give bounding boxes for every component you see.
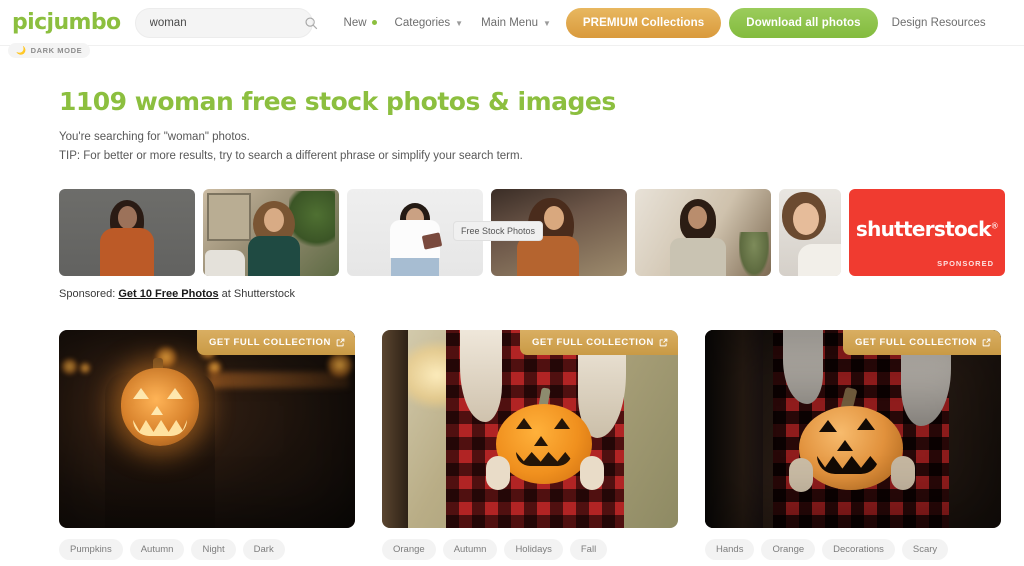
dark-mode-label: DARK MODE bbox=[30, 46, 83, 55]
tag-chip[interactable]: Scary bbox=[901, 539, 949, 560]
nav-item-main-menu-label: Main Menu bbox=[481, 16, 538, 29]
sponsored-footer-line: Sponsored: Get 10 Free Photos at Shutter… bbox=[59, 288, 1024, 300]
free-stock-photos-tooltip: Free Stock Photos bbox=[453, 221, 544, 241]
registered-mark: ® bbox=[990, 221, 999, 231]
collection-card-grid: GET FULL COLLECTION Pumpkins Autumn Nigh… bbox=[59, 330, 1024, 560]
chevron-down-icon: ▼ bbox=[455, 18, 464, 28]
shutterstock-logo: shutterstock® bbox=[855, 217, 999, 242]
collection-card: GET FULL COLLECTION Pumpkins Autumn Nigh… bbox=[59, 330, 355, 560]
chevron-down-icon: ▼ bbox=[542, 18, 551, 28]
external-link-icon bbox=[982, 338, 991, 347]
tag-list: Hands Orange Decorations Scary bbox=[705, 539, 1001, 560]
nav-item-design-resources[interactable]: Design Resources bbox=[892, 17, 986, 29]
external-link-icon bbox=[659, 338, 668, 347]
nav-item-categories[interactable]: Categories ▼ bbox=[386, 17, 473, 29]
get-full-collection-label: GET FULL COLLECTION bbox=[854, 337, 977, 348]
search-subtitle: You're searching for "woman" photos. bbox=[59, 131, 250, 143]
tag-chip[interactable]: Decorations bbox=[822, 539, 895, 560]
nav-item-main-menu[interactable]: Main Menu ▼ bbox=[472, 17, 560, 29]
tag-chip[interactable]: Autumn bbox=[442, 539, 498, 560]
search-box[interactable] bbox=[134, 7, 317, 38]
collection-photo[interactable]: GET FULL COLLECTION bbox=[705, 330, 1001, 528]
tag-chip[interactable]: Hands bbox=[705, 539, 755, 560]
tag-chip[interactable]: Night bbox=[191, 539, 236, 560]
site-header: picjumbo New Categories ▼ Main Menu ▼ PR… bbox=[0, 0, 1024, 58]
dark-mode-toggle[interactable]: 🌙 DARK MODE bbox=[8, 43, 91, 58]
get-free-photos-link[interactable]: Get 10 Free Photos bbox=[118, 288, 218, 300]
get-full-collection-label: GET FULL COLLECTION bbox=[208, 337, 331, 348]
sponsored-thumbnail[interactable] bbox=[779, 189, 841, 276]
sponsored-suffix: at Shutterstock bbox=[221, 288, 296, 300]
sponsored-thumbnail[interactable] bbox=[203, 189, 339, 276]
tag-chip[interactable]: Holidays bbox=[504, 539, 563, 560]
tag-chip[interactable]: Pumpkins bbox=[59, 539, 123, 560]
external-link-icon bbox=[336, 338, 345, 347]
shutterstock-wordmark: shutterstock bbox=[855, 217, 992, 242]
sponsored-thumbnail[interactable] bbox=[635, 189, 771, 276]
moon-icon: 🌙 bbox=[16, 45, 27, 55]
picjumbo-logo[interactable]: picjumbo bbox=[12, 10, 121, 35]
tag-chip[interactable]: Dark bbox=[242, 539, 285, 560]
get-full-collection-button[interactable]: GET FULL COLLECTION bbox=[196, 330, 355, 355]
collection-photo[interactable]: GET FULL COLLECTION bbox=[382, 330, 678, 528]
collection-photo[interactable]: GET FULL COLLECTION bbox=[59, 330, 355, 528]
get-full-collection-button[interactable]: GET FULL COLLECTION bbox=[842, 330, 1001, 355]
nav-item-new[interactable]: New bbox=[335, 17, 386, 29]
sponsored-thumbnail-strip: shutterstock® SPONSORED Free Stock Photo… bbox=[59, 189, 1005, 276]
sponsored-badge: SPONSORED bbox=[937, 259, 994, 268]
tag-chip[interactable]: Autumn bbox=[129, 539, 185, 560]
search-tip: TIP: For better or more results, try to … bbox=[59, 150, 523, 162]
collection-card: GET FULL COLLECTION Hands Orange Decorat… bbox=[705, 330, 1001, 560]
collection-card: GET FULL COLLECTION Orange Autumn Holida… bbox=[382, 330, 678, 560]
main-content: 1109 woman free stock photos & images Yo… bbox=[0, 87, 1024, 560]
premium-collections-button[interactable]: PREMIUM Collections bbox=[565, 7, 722, 38]
shutterstock-ad-panel[interactable]: shutterstock® SPONSORED bbox=[849, 189, 1005, 276]
get-full-collection-label: GET FULL COLLECTION bbox=[531, 337, 654, 348]
sponsored-prefix: Sponsored: bbox=[59, 288, 116, 300]
search-icon[interactable] bbox=[304, 16, 318, 30]
nav-item-new-label: New bbox=[343, 16, 367, 29]
get-full-collection-button[interactable]: GET FULL COLLECTION bbox=[519, 330, 678, 355]
download-all-photos-button[interactable]: Download all photos bbox=[729, 7, 878, 38]
page-title: 1109 woman free stock photos & images bbox=[59, 87, 616, 116]
tag-list: Orange Autumn Holidays Fall bbox=[382, 539, 678, 560]
sponsored-thumbnail[interactable] bbox=[59, 189, 195, 276]
nav-item-categories-label: Categories bbox=[394, 16, 451, 29]
tag-chip[interactable]: Fall bbox=[569, 539, 608, 560]
main-navigation: New Categories ▼ Main Menu ▼ PREMIUM Col… bbox=[335, 7, 986, 38]
tag-chip[interactable]: Orange bbox=[382, 539, 436, 560]
tag-chip[interactable]: Orange bbox=[761, 539, 816, 560]
new-dot-icon bbox=[371, 20, 377, 25]
tag-list: Pumpkins Autumn Night Dark bbox=[59, 539, 355, 560]
search-input[interactable] bbox=[149, 16, 304, 29]
